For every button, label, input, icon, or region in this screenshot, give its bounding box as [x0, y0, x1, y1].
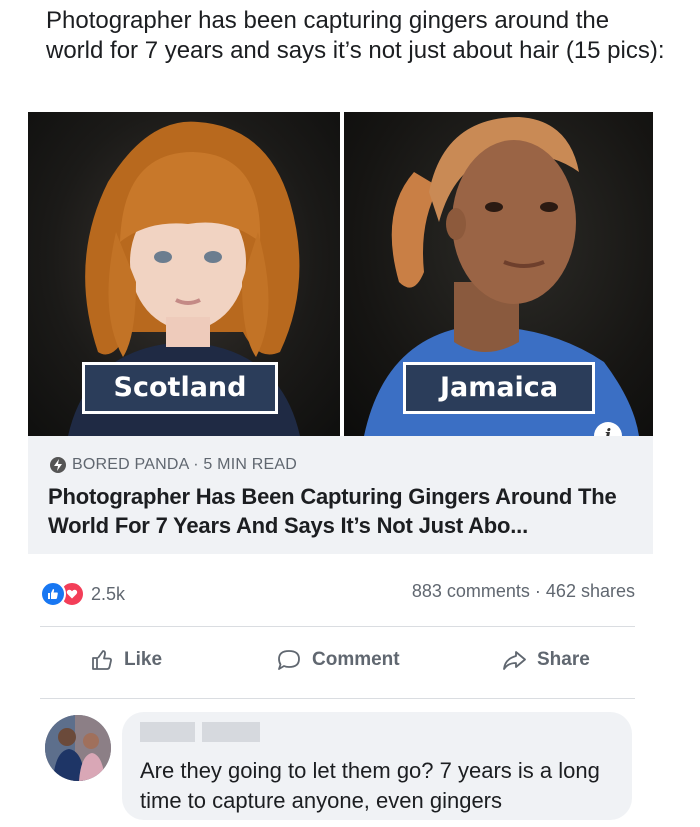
thumbs-up-icon: [92, 650, 112, 670]
action-bar: Like Comment Share: [40, 640, 635, 684]
country-label-scotland: Scotland: [82, 362, 278, 414]
comment-label: Comment: [312, 649, 400, 670]
reaction-count: 2.5k: [91, 583, 126, 604]
bolt-icon: [50, 457, 66, 473]
divider: [40, 698, 635, 699]
like-button[interactable]: Like: [90, 648, 162, 672]
comment-bubble[interactable]: Are they going to let them go? 7 years i…: [122, 712, 632, 820]
share-label: Share: [537, 649, 590, 670]
comment-button[interactable]: Comment: [276, 648, 400, 672]
divider: [40, 626, 635, 627]
commenter-name-redacted[interactable]: [140, 722, 260, 742]
photo-scotland[interactable]: Scotland: [28, 112, 340, 436]
link-headline[interactable]: Photographer Has Been Capturing Gingers …: [48, 482, 648, 540]
photo-jamaica[interactable]: Jamaica: [344, 112, 653, 436]
profile-photo-image: [45, 715, 111, 781]
reactions-summary[interactable]: 2.5k: [40, 581, 125, 607]
post-text: Photographer has been capturing gingers …: [46, 7, 665, 64]
country-label-jamaica: Jamaica: [403, 362, 595, 414]
source-label: BORED PANDA · 5 MIN READ: [72, 456, 297, 473]
link-preview-card[interactable]: BORED PANDA · 5 MIN READ Photographer Ha…: [28, 436, 653, 554]
speech-bubble-icon: [278, 650, 300, 670]
link-source: BORED PANDA · 5 MIN READ: [50, 456, 297, 474]
avatar[interactable]: [45, 715, 111, 781]
reaction-stats: 2.5k 883 comments · 462 shares: [40, 578, 635, 607]
comment-share-counts[interactable]: 883 comments · 462 shares: [412, 581, 635, 602]
share-button[interactable]: Share: [501, 648, 590, 672]
like-reaction-icon: [40, 581, 66, 607]
comment-text: Are they going to let them go? 7 years i…: [140, 758, 600, 813]
share-arrow-icon: [503, 651, 526, 670]
post-images[interactable]: Scotland Jamaica: [28, 112, 653, 436]
like-label: Like: [124, 649, 163, 670]
